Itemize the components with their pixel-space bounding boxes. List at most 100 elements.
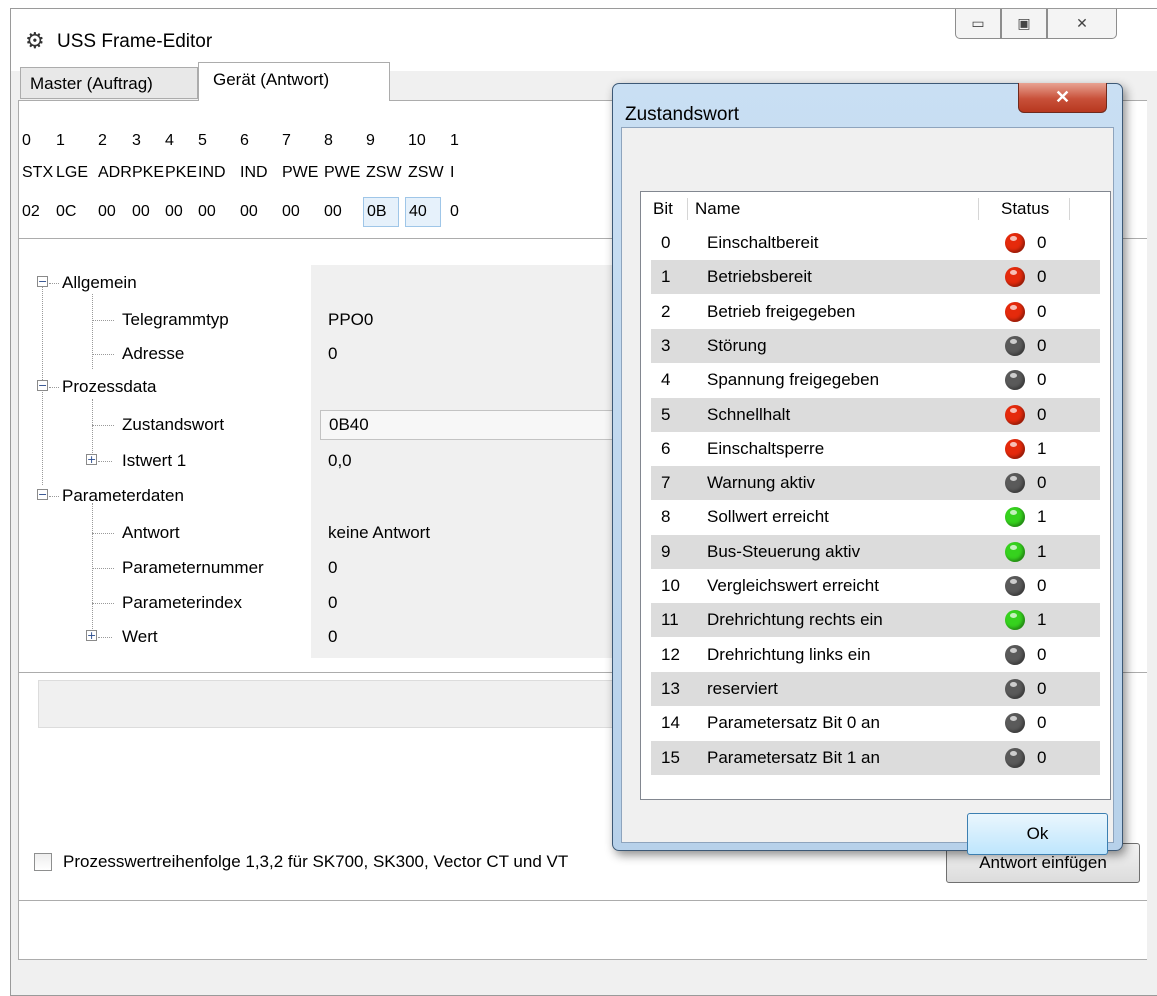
bit-status: 1 xyxy=(1037,507,1047,527)
tab-master-auftrag[interactable]: Master (Auftrag) xyxy=(20,67,198,99)
byte-value-cell[interactable]: 0B xyxy=(363,197,399,227)
bit-row[interactable]: 4 Spannung freigegeben 0 xyxy=(651,363,1100,397)
tree-node-parameterdaten[interactable]: − Parameterdaten xyxy=(28,481,613,511)
byte-name-cell: PWE xyxy=(324,164,361,181)
property-value: 0 xyxy=(328,558,338,577)
minimize-icon: ▭ xyxy=(971,15,985,31)
bit-name: Betriebsbereit xyxy=(707,267,812,287)
red-status-led-icon xyxy=(1005,233,1025,253)
bit-status: 1 xyxy=(1037,438,1047,458)
expand-icon[interactable]: + xyxy=(86,454,97,465)
bit-status: 0 xyxy=(1037,301,1047,321)
tree-node-istwert1[interactable]: + Istwert 1 0,0 xyxy=(28,446,613,476)
status-bits-list[interactable]: Bit Name Status 0 Einschaltbereit 0 1 Betrie… xyxy=(640,191,1111,800)
bit-name: Betrieb freigegeben xyxy=(707,301,856,321)
collapse-icon[interactable]: − xyxy=(37,276,48,287)
tree-line xyxy=(98,461,112,463)
bit-row[interactable]: 2 Betrieb freigegeben 0 xyxy=(651,295,1100,329)
prozesswertreihenfolge-checkbox[interactable] xyxy=(34,853,52,871)
green-status-led-icon xyxy=(1005,507,1025,528)
bit-number: 6 xyxy=(661,438,671,458)
dialog-close-button[interactable]: ✕ xyxy=(1018,83,1107,113)
bit-row[interactable]: 10 Vergleichswert erreicht 0 xyxy=(651,569,1100,603)
bit-row[interactable]: 5 Schnellhalt 0 xyxy=(651,397,1100,432)
gray-status-led-icon xyxy=(1005,335,1025,356)
byte-name-cell: STX xyxy=(22,164,54,181)
byte-value-cell: 0C xyxy=(56,203,77,220)
minimize-button[interactable]: ▭ xyxy=(955,9,1001,39)
property-label: Parameterindex xyxy=(122,593,243,612)
property-label: Zustandswort xyxy=(122,415,225,434)
byte-value-cell[interactable]: 40 xyxy=(405,197,441,227)
bit-row[interactable]: 0 Einschaltbereit 0 xyxy=(651,226,1100,260)
property-value: 0 xyxy=(328,593,338,612)
tab-geraet-antwort[interactable]: Gerät (Antwort) xyxy=(198,62,390,101)
bit-row[interactable]: 14 Parametersatz Bit 0 an 0 xyxy=(651,706,1100,740)
close-button[interactable]: ✕ xyxy=(1047,9,1117,39)
zustandswort-field[interactable]: 0B40 xyxy=(320,410,613,440)
byte-index-cell: 8 xyxy=(324,132,333,149)
property-parameterindex[interactable]: Parameterindex 0 xyxy=(28,588,613,618)
byte-value-cell: 0 xyxy=(450,203,459,220)
maximize-button[interactable]: ▣ xyxy=(1001,9,1047,39)
bit-row[interactable]: 3 Störung 0 xyxy=(651,328,1100,363)
bit-name: Vergleichswert erreicht xyxy=(707,576,879,595)
property-adresse[interactable]: Adresse 0 xyxy=(28,339,613,369)
bit-row[interactable]: 9 Bus-Steuerung aktiv 1 xyxy=(651,534,1100,569)
byte-value-cell: 00 xyxy=(282,203,300,220)
tree-node-allgemein[interactable]: − Allgemein xyxy=(28,268,613,298)
collapse-icon[interactable]: − xyxy=(37,489,48,500)
bit-row[interactable]: 1 Betriebsbereit 0 xyxy=(651,260,1100,295)
byte-index-cell: 4 xyxy=(165,132,174,149)
bit-number: 3 xyxy=(661,335,671,355)
bit-name: Einschaltbereit xyxy=(707,233,819,252)
dialog-title: Zustandswort xyxy=(625,104,740,125)
ok-button[interactable]: Ok xyxy=(967,813,1108,855)
column-separator[interactable] xyxy=(687,198,688,220)
bit-row[interactable]: 11 Drehrichtung rechts ein 1 xyxy=(651,603,1100,638)
property-value: 0 xyxy=(328,627,338,646)
bit-status: 0 xyxy=(1037,404,1047,424)
byte-index-cell: 9 xyxy=(366,132,375,149)
bit-row[interactable]: 15 Parametersatz Bit 1 an 0 xyxy=(651,740,1100,775)
bit-number: 10 xyxy=(661,576,680,595)
column-header-bit[interactable]: Bit xyxy=(653,194,673,224)
property-parameternummer[interactable]: Parameternummer 0 xyxy=(28,553,613,583)
column-header-name[interactable]: Name xyxy=(695,194,740,224)
collapse-icon[interactable]: − xyxy=(37,380,48,391)
green-status-led-icon xyxy=(1005,610,1025,631)
bit-row[interactable]: 7 Warnung aktiv 0 xyxy=(651,466,1100,501)
column-header-status[interactable]: Status xyxy=(1001,194,1049,224)
gray-status-led-icon xyxy=(1005,370,1025,391)
tree-node-prozessdata[interactable]: − Prozessdata xyxy=(28,372,613,402)
column-separator[interactable] xyxy=(978,198,979,220)
byte-value-cell: 00 xyxy=(98,203,116,220)
property-zustandswort[interactable]: Zustandswort 0B40 xyxy=(28,410,613,440)
bit-name: Parametersatz Bit 1 an xyxy=(707,747,880,767)
red-status-led-icon xyxy=(1005,267,1025,288)
bit-status: 1 xyxy=(1037,541,1047,561)
bit-name: Sollwert erreicht xyxy=(707,507,829,527)
bit-name: Drehrichtung links ein xyxy=(707,644,871,664)
bit-status: 0 xyxy=(1037,370,1047,390)
property-antwort[interactable]: Antwort keine Antwort xyxy=(28,518,613,548)
byte-name-cell: ADR xyxy=(98,164,132,181)
bit-row[interactable]: 12 Drehrichtung links ein 0 xyxy=(651,638,1100,672)
checkbox-label[interactable]: Prozesswertreihenfolge 1,3,2 für SK700, … xyxy=(63,852,568,872)
title-bar[interactable]: ⚙ USS Frame-Editor ▭ ▣ ✕ xyxy=(11,9,1157,71)
bit-name: Spannung freigegeben xyxy=(707,370,880,390)
byte-name-cell: PKE xyxy=(165,164,198,181)
bit-row[interactable]: 8 Sollwert erreicht 1 xyxy=(651,500,1100,534)
tree-line xyxy=(49,283,59,285)
byte-index-cell: 0 xyxy=(22,132,31,149)
byte-name-cell: ZSW xyxy=(408,164,444,181)
bit-number: 14 xyxy=(661,713,680,733)
bit-row[interactable]: 6 Einschaltsperre 1 xyxy=(651,432,1100,466)
bit-number: 2 xyxy=(661,301,671,321)
bit-row[interactable]: 13 reserviert 0 xyxy=(651,671,1100,706)
tree-node-wert[interactable]: + Wert 0 xyxy=(28,622,613,652)
expand-icon[interactable]: + xyxy=(86,630,97,641)
column-separator[interactable] xyxy=(1069,198,1070,220)
byte-name-cell: ZSW xyxy=(366,164,402,181)
property-telegrammtyp[interactable]: Telegrammtyp PPO0 xyxy=(28,305,613,335)
